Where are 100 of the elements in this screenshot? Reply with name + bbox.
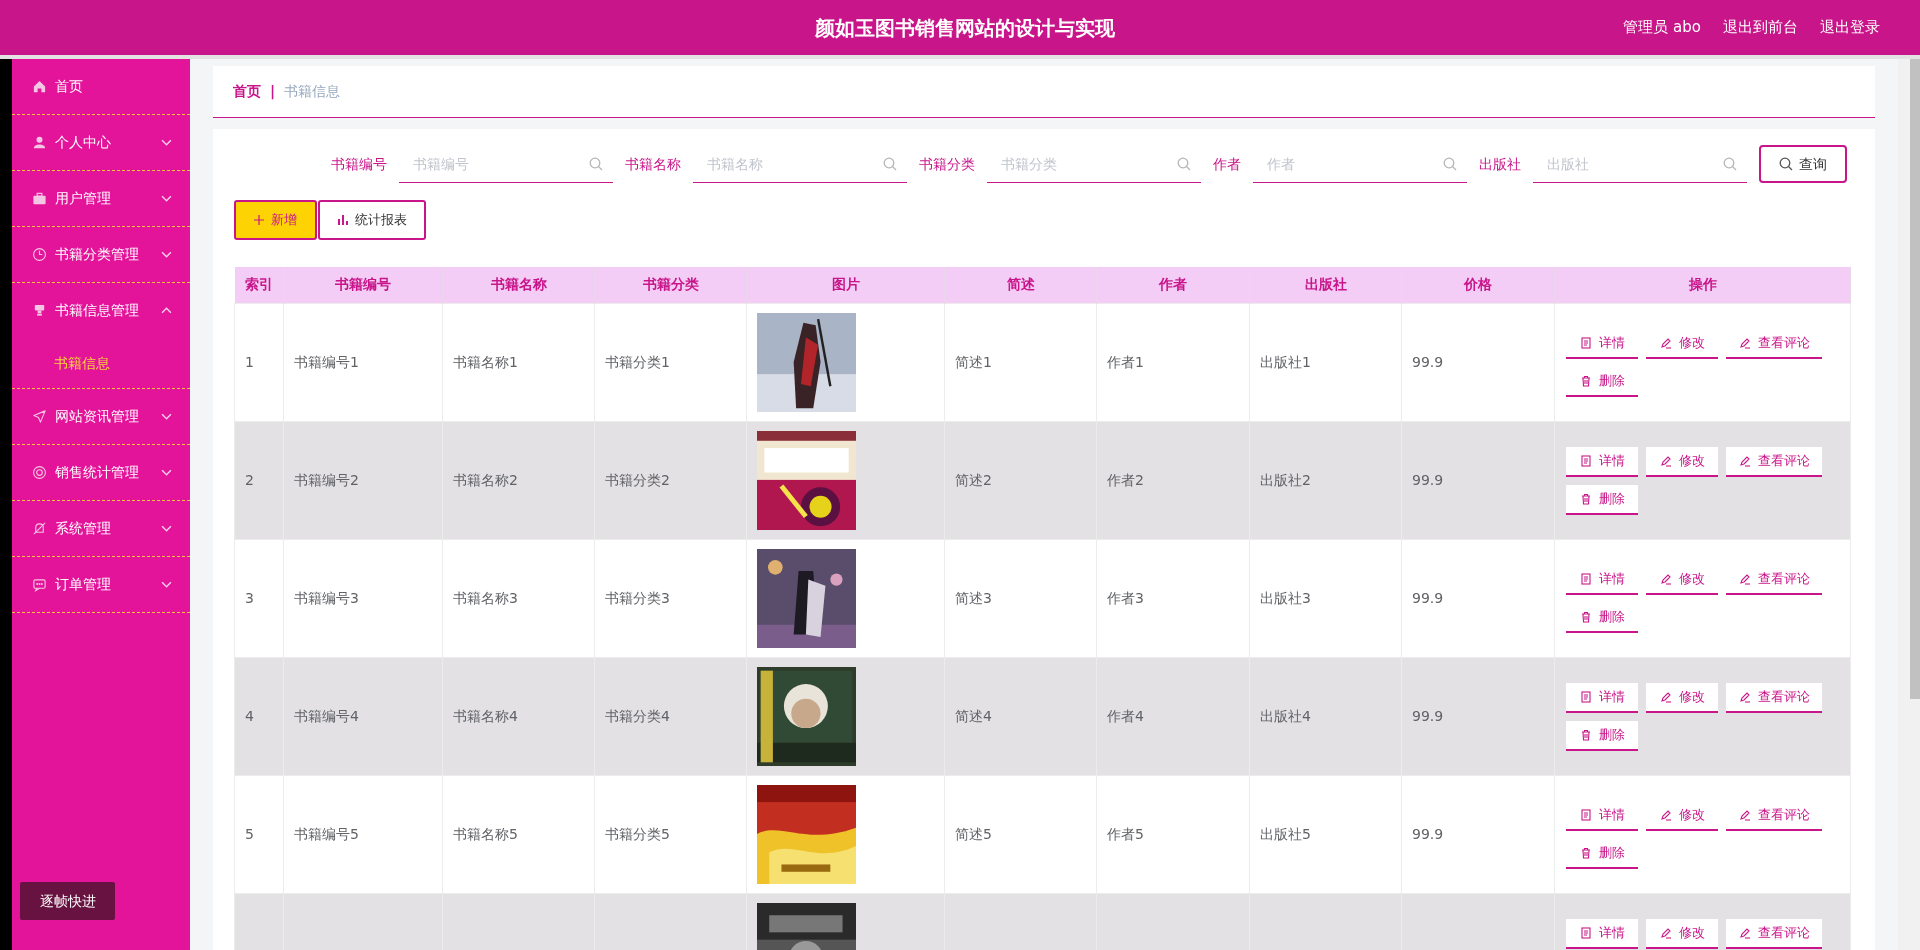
- sidebar-item[interactable]: 用户管理: [12, 171, 190, 226]
- table-cell: 出版社5: [1249, 775, 1402, 893]
- delete-button[interactable]: 删除: [1566, 366, 1638, 397]
- delete-button[interactable]: 删除: [1566, 720, 1638, 751]
- document-icon: [1579, 808, 1592, 821]
- site-title: 颜如玉图书销售网站的设计与实现: [815, 14, 1115, 42]
- table-cell: 书籍编号1: [283, 303, 443, 421]
- delete-button[interactable]: 删除: [1566, 602, 1638, 633]
- column-header: 书籍编号: [283, 267, 443, 303]
- edit-button[interactable]: 修改: [1646, 446, 1718, 477]
- search-field[interactable]: 出版社: [1533, 145, 1747, 183]
- comment-button[interactable]: 查看评论: [1726, 328, 1822, 359]
- trash-icon: [1579, 728, 1592, 741]
- home-icon: [32, 79, 47, 94]
- table-cell: 99.9: [1401, 657, 1555, 775]
- pencil-icon: [1659, 454, 1672, 467]
- sidebar-item[interactable]: 书籍信息管理: [12, 283, 190, 338]
- report-button[interactable]: 统计报表: [318, 200, 426, 240]
- frame-forward-button[interactable]: 逐帧快进: [20, 882, 115, 920]
- plus-icon: [254, 215, 264, 225]
- edit-button[interactable]: 修改: [1646, 682, 1718, 713]
- admin-link[interactable]: 管理员 abo: [1623, 16, 1701, 39]
- sidebar-item[interactable]: 系统管理: [12, 501, 190, 556]
- logout-link[interactable]: 退出到前台: [1723, 16, 1798, 39]
- table-cell: 书籍分类2: [594, 421, 747, 539]
- search-icon: [1443, 157, 1457, 171]
- comment-button[interactable]: 查看评论: [1726, 682, 1822, 713]
- table-cell: 简述2: [944, 421, 1097, 539]
- trash-icon: [1579, 374, 1592, 387]
- table-cell: 书籍编号5: [283, 775, 443, 893]
- table-cell: 出版社1: [1249, 303, 1402, 421]
- comment-button[interactable]: 查看评论: [1726, 564, 1822, 595]
- document-icon: [1579, 572, 1592, 585]
- document-icon: [1579, 926, 1592, 939]
- column-header: 价格: [1401, 267, 1555, 303]
- table-cell: 5: [234, 775, 284, 893]
- sidebar-label: 首页: [55, 77, 84, 96]
- sidebar-item[interactable]: 书籍分类管理: [12, 227, 190, 282]
- column-header: 书籍名称: [442, 267, 595, 303]
- table-cell: 作者3: [1096, 539, 1250, 657]
- breadcrumb-link[interactable]: 首页: [233, 81, 261, 102]
- table-cell: 书籍名称1: [442, 303, 595, 421]
- sidebar-item[interactable]: 个人中心: [12, 115, 190, 170]
- table-cell: 出版社2: [1249, 421, 1402, 539]
- sidebar-item[interactable]: 网站资讯管理: [12, 389, 190, 444]
- add-button[interactable]: 新增: [234, 200, 317, 240]
- table-cell: 99.9: [1401, 303, 1555, 421]
- sidebar-item[interactable]: 首页: [12, 59, 190, 114]
- column-header: 书籍分类: [594, 267, 747, 303]
- comment-button[interactable]: 查看评论: [1726, 918, 1822, 949]
- comment-button[interactable]: 查看评论: [1726, 446, 1822, 477]
- sidebar-item[interactable]: 订单管理: [12, 557, 190, 612]
- detail-button[interactable]: 详情: [1566, 918, 1638, 949]
- detail-button[interactable]: 详情: [1566, 328, 1638, 359]
- search-field[interactable]: 书籍编号: [399, 145, 613, 183]
- edit-button[interactable]: 修改: [1646, 918, 1718, 949]
- sidebar-label: 个人中心: [55, 133, 112, 152]
- table-cell: 4: [234, 657, 284, 775]
- detail-button[interactable]: 详情: [1566, 800, 1638, 831]
- detail-button[interactable]: 详情: [1566, 564, 1638, 595]
- column-header: 索引: [234, 267, 284, 303]
- table-cell: 书籍分类5: [594, 775, 747, 893]
- table-cell: 99.9: [1401, 775, 1555, 893]
- edit-button[interactable]: 修改: [1646, 328, 1718, 359]
- bar-chart-icon: [337, 215, 348, 225]
- bell-off-icon: [32, 521, 47, 536]
- delete-button[interactable]: 删除: [1566, 838, 1638, 869]
- pencil-icon: [1659, 690, 1672, 703]
- search-field[interactable]: 书籍分类: [987, 145, 1201, 183]
- edit-button[interactable]: 修改: [1646, 564, 1718, 595]
- edit-button[interactable]: 修改: [1646, 800, 1718, 831]
- logout-link[interactable]: 退出登录: [1820, 16, 1880, 39]
- table-cell: 书籍编号4: [283, 657, 443, 775]
- search-field[interactable]: 作者: [1253, 145, 1467, 183]
- trash-icon: [1579, 846, 1592, 859]
- trash-icon: [1579, 492, 1592, 505]
- search-icon: [589, 157, 603, 171]
- sidebar-label: 用户管理: [55, 189, 112, 208]
- column-header: 图片: [746, 267, 945, 303]
- pencil-icon: [1738, 690, 1751, 703]
- field-label: 出版社: [1479, 154, 1521, 174]
- search-field[interactable]: 书籍名称: [693, 145, 907, 183]
- detail-button[interactable]: 详情: [1566, 682, 1638, 713]
- search-icon: [1177, 157, 1191, 171]
- delete-button[interactable]: 删除: [1566, 484, 1638, 515]
- column-header: 操作: [1554, 267, 1851, 303]
- table-cell: 2: [234, 421, 284, 539]
- trash-icon: [1579, 610, 1592, 623]
- field-label: 书籍名称: [625, 154, 681, 174]
- sidebar-label: 系统管理: [55, 519, 112, 538]
- comment-button[interactable]: 查看评论: [1726, 800, 1822, 831]
- pencil-icon: [1659, 336, 1672, 349]
- sidebar-item[interactable]: 销售统计管理: [12, 445, 190, 500]
- column-header: 简述: [944, 267, 1097, 303]
- table-cell: 出版社3: [1249, 539, 1402, 657]
- sidebar-subitem[interactable]: 书籍信息: [12, 338, 190, 388]
- table-cell: 书籍分类1: [594, 303, 747, 421]
- search-button[interactable]: 查询: [1759, 145, 1847, 183]
- table-cell: 简述4: [944, 657, 1097, 775]
- detail-button[interactable]: 详情: [1566, 446, 1638, 477]
